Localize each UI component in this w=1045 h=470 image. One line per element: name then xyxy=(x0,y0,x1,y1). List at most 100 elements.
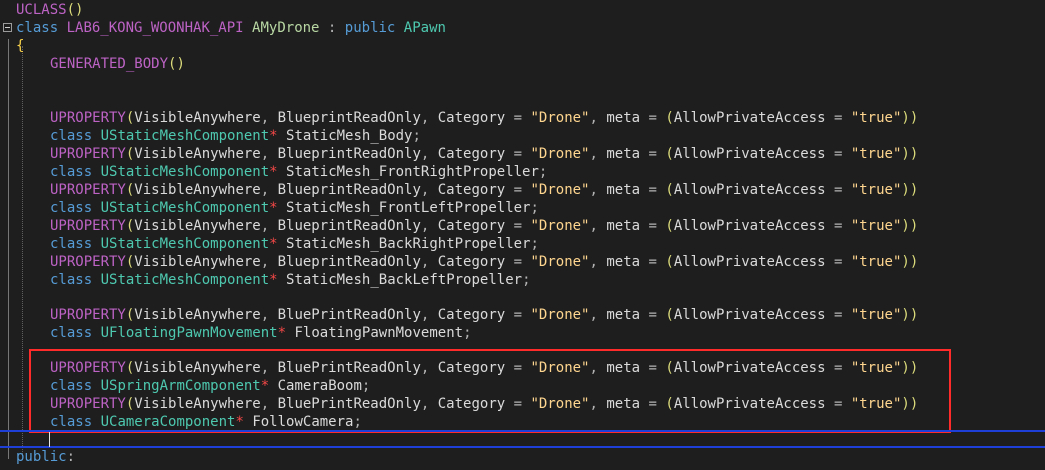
code-line-generated-body[interactable]: GENERATED_BODY() xyxy=(0,55,185,73)
string-token: "true" xyxy=(850,182,902,198)
operator-token: = xyxy=(825,307,851,323)
operator-token: = xyxy=(505,146,531,162)
macro-token: UPROPERTY xyxy=(50,110,126,126)
comma-token: , xyxy=(589,307,607,323)
specifier-token: AllowPrivateAccess xyxy=(673,146,826,162)
specifier-token: BlueprintReadOnly xyxy=(277,146,421,162)
member-name-token: StaticMesh_FrontRightPropeller xyxy=(286,164,539,180)
operator-token: = xyxy=(640,254,666,270)
operator-token: = xyxy=(505,307,531,323)
code-line-uproperty[interactable]: UPROPERTY(VisibleAnywhere, BlueprintRead… xyxy=(0,181,918,199)
member-name-token: StaticMesh_BackLeftPropeller xyxy=(286,272,523,288)
keyword-token: class xyxy=(50,200,93,216)
operator-token: = xyxy=(505,218,531,234)
type-token: UStaticMeshComponent xyxy=(100,164,270,180)
macro-token: UPROPERTY xyxy=(50,146,126,162)
comma-token: , xyxy=(260,182,278,198)
specifier-token: meta xyxy=(606,182,641,198)
specifier-token: meta xyxy=(606,110,641,126)
collapse-icon[interactable] xyxy=(3,23,12,32)
operator-token: = xyxy=(640,182,666,198)
string-token: "true" xyxy=(850,307,902,323)
type-token: UStaticMeshComponent xyxy=(100,236,270,252)
specifier-token: VisibleAnywhere xyxy=(134,110,261,126)
string-token: "true" xyxy=(850,218,902,234)
operator-token: = xyxy=(505,110,531,126)
specifier-token: AllowPrivateAccess xyxy=(673,254,826,270)
code-line-open-brace[interactable]: { xyxy=(0,37,34,55)
code-line-uproperty[interactable]: UPROPERTY(VisibleAnywhere, BlueprintRead… xyxy=(0,253,918,271)
code-line-member-decl[interactable]: class UStaticMeshComponent* StaticMesh_F… xyxy=(0,199,539,217)
current-line-highlight xyxy=(0,430,1045,448)
code-line-member-decl[interactable]: class UStaticMeshComponent* StaticMesh_B… xyxy=(0,271,531,289)
string-token: "Drone" xyxy=(530,182,590,198)
code-line-member-decl[interactable]: class UStaticMeshComponent* StaticMesh_F… xyxy=(0,163,547,181)
class-name-token: AMyDrone xyxy=(252,20,320,36)
specifier-token: Category xyxy=(437,110,506,126)
specifier-token: BlueprintReadOnly xyxy=(277,182,421,198)
type-token: UStaticMeshComponent xyxy=(100,128,270,144)
access-keyword-token: public xyxy=(344,20,396,36)
code-line-uproperty[interactable]: UPROPERTY(VisibleAnywhere, BlueprintRead… xyxy=(0,217,918,235)
pointer-token: * xyxy=(269,272,278,288)
specifier-token: Category xyxy=(437,182,506,198)
keyword-token: class xyxy=(50,164,93,180)
specifier-token: VisibleAnywhere xyxy=(134,218,261,234)
macro-token: UPROPERTY xyxy=(50,307,126,323)
string-token: "true" xyxy=(850,254,902,270)
code-line-class-decl[interactable]: class LAB6_KONG_WOONHAK_API AMyDrone : p… xyxy=(0,19,446,37)
operator-token: = xyxy=(505,254,531,270)
operator-token: = xyxy=(825,218,851,234)
specifier-token: AllowPrivateAccess xyxy=(673,307,826,323)
specifier-token: VisibleAnywhere xyxy=(134,146,261,162)
code-line-member-decl[interactable]: class UStaticMeshComponent* StaticMesh_B… xyxy=(0,127,421,145)
comma-token: , xyxy=(260,307,278,323)
comma-token: , xyxy=(420,146,438,162)
operator-token: = xyxy=(825,254,851,270)
paren-token: () xyxy=(66,2,84,18)
comma-token: , xyxy=(260,254,278,270)
semicolon-token: ; xyxy=(538,164,548,180)
member-name-token: StaticMesh_FrontLeftPropeller xyxy=(286,200,531,216)
specifier-token: meta xyxy=(606,218,641,234)
comma-token: , xyxy=(420,307,438,323)
comma-token: , xyxy=(260,146,278,162)
specifier-token: BlueprintReadOnly xyxy=(277,218,421,234)
specifier-token: meta xyxy=(606,146,641,162)
specifier-token: VisibleAnywhere xyxy=(134,307,261,323)
specifier-token: AllowPrivateAccess xyxy=(673,218,826,234)
comma-token: , xyxy=(589,218,607,234)
code-line-uproperty[interactable]: UPROPERTY(VisibleAnywhere, BlueprintRead… xyxy=(0,109,918,127)
open-brace-token: { xyxy=(16,38,25,54)
keyword-token: class xyxy=(50,236,93,252)
code-editor[interactable]: UCLASS() class LAB6_KONG_WOONHAK_API AMy… xyxy=(0,0,1045,470)
string-token: "true" xyxy=(850,146,902,162)
type-token: UStaticMeshComponent xyxy=(100,272,270,288)
type-token: UFloatingPawnMovement xyxy=(100,325,278,341)
operator-token: = xyxy=(505,182,531,198)
annotation-highlight-box xyxy=(29,349,951,433)
code-line-member-decl[interactable]: class UStaticMeshComponent* StaticMesh_B… xyxy=(0,235,539,253)
string-token: "Drone" xyxy=(530,146,590,162)
keyword-token: class xyxy=(50,128,93,144)
macro-token: UCLASS xyxy=(16,2,67,18)
specifier-token: Category xyxy=(437,146,506,162)
semicolon-token: ; xyxy=(412,128,421,144)
paren-token: () xyxy=(168,56,185,72)
code-line-uclass[interactable]: UCLASS() xyxy=(0,1,83,19)
keyword-token: class xyxy=(50,325,93,341)
code-line-member-decl[interactable]: class UFloatingPawnMovement* FloatingPaw… xyxy=(0,324,472,342)
code-line-uproperty[interactable]: UPROPERTY(VisibleAnywhere, BlueprintRead… xyxy=(0,145,918,163)
code-line-uproperty[interactable]: UPROPERTY(VisibleAnywhere, BluePrintRead… xyxy=(0,306,918,324)
comma-token: , xyxy=(260,218,278,234)
string-token: "Drone" xyxy=(530,218,590,234)
comma-token: , xyxy=(260,110,278,126)
macro-token: UPROPERTY xyxy=(50,182,126,198)
pointer-token: * xyxy=(269,128,278,144)
pointer-token: * xyxy=(269,236,278,252)
specifier-token: Category xyxy=(437,218,506,234)
colon-token: : xyxy=(66,449,76,465)
comma-token: , xyxy=(589,146,607,162)
member-name-token: StaticMesh_BackRightPropeller xyxy=(286,236,531,252)
code-line-public[interactable]: public: xyxy=(0,448,75,466)
